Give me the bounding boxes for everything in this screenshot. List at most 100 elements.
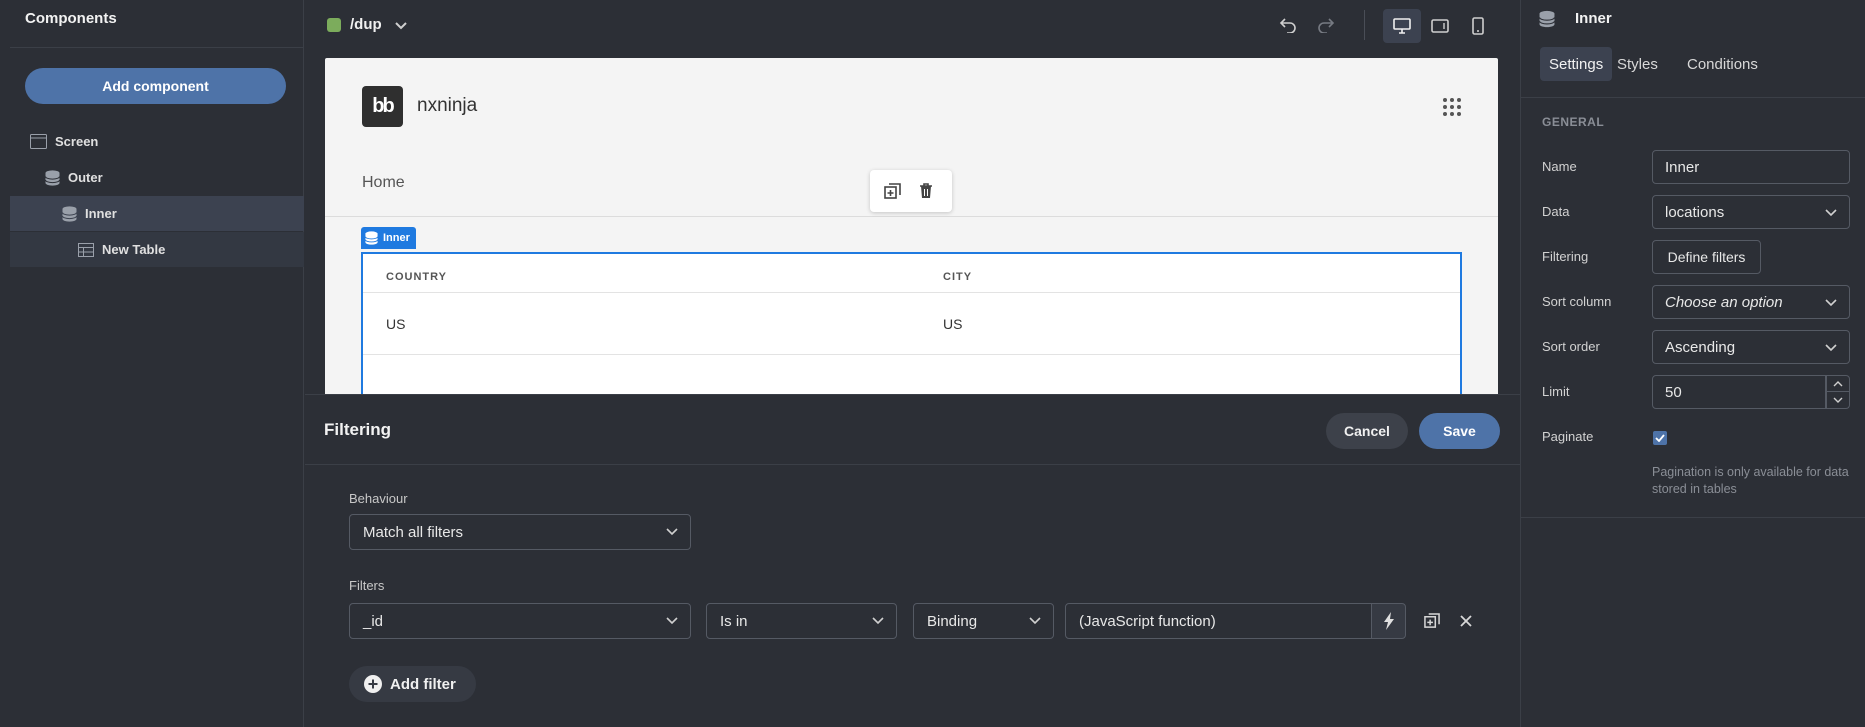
remove-filter-button[interactable] — [1456, 611, 1476, 631]
select-value: Choose an option — [1665, 293, 1783, 311]
redo-button[interactable] — [1313, 12, 1339, 38]
chevron-down-icon — [395, 22, 407, 30]
filter-value-input[interactable]: (JavaScript function) — [1065, 603, 1372, 639]
data-table[interactable]: COUNTRY CITY US US — [361, 252, 1462, 394]
limit-input[interactable]: 50 — [1652, 375, 1826, 409]
column-header-city[interactable]: CITY — [943, 271, 972, 283]
plus-circle-icon — [364, 675, 382, 693]
nav-link-home[interactable]: Home — [362, 174, 405, 192]
sort-order-label: Sort order — [1542, 339, 1600, 354]
route-selector[interactable]: /dup — [350, 16, 382, 33]
tab-styles[interactable]: Styles — [1608, 47, 1667, 81]
chevron-down-icon — [1825, 344, 1837, 352]
limit-label: Limit — [1542, 384, 1570, 399]
paginate-label: Paginate — [1542, 429, 1594, 444]
duplicate-component-button[interactable] — [882, 181, 902, 201]
select-value: Binding — [927, 612, 978, 630]
name-input[interactable]: Inner — [1652, 150, 1850, 184]
tab-conditions[interactable]: Conditions — [1678, 47, 1767, 81]
selected-component-tag[interactable]: Inner — [361, 227, 416, 249]
cancel-button[interactable]: Cancel — [1326, 413, 1408, 449]
component-action-bar — [870, 170, 952, 212]
binding-button[interactable] — [1371, 603, 1406, 639]
grid-icon — [1443, 98, 1461, 116]
sort-column-label: Sort column — [1542, 294, 1612, 309]
settings-component-title: Inner — [1575, 10, 1612, 27]
tree-item-label: Outer — [68, 170, 103, 185]
components-title: Components — [25, 10, 117, 27]
behaviour-select[interactable]: Match all filters — [349, 514, 691, 550]
paginate-checkbox[interactable] — [1653, 431, 1667, 445]
database-icon — [62, 205, 77, 222]
divider — [363, 354, 1460, 355]
chevron-down-icon — [666, 528, 678, 536]
chevron-down-icon — [1825, 209, 1837, 217]
route-status-indicator — [327, 18, 341, 32]
sort-column-select[interactable]: Choose an option — [1652, 285, 1850, 319]
tree-item-screen[interactable]: Screen — [10, 124, 304, 159]
filtering-label: Filtering — [1542, 249, 1589, 264]
chevron-down-icon — [1825, 299, 1837, 307]
trash-icon — [920, 183, 932, 198]
settings-panel: Inner Settings Styles Conditions GENERAL… — [1520, 0, 1865, 727]
behaviour-label: Behaviour — [349, 491, 408, 506]
name-label: Name — [1542, 159, 1577, 174]
delete-component-button[interactable] — [916, 181, 936, 201]
duplicate-filter-button[interactable] — [1422, 611, 1442, 631]
data-source-select[interactable]: locations — [1652, 195, 1850, 229]
divider — [1521, 517, 1865, 518]
input-value: 50 — [1665, 383, 1682, 401]
app-preview: bb nxninja Home Inner COUNTRY CITY US US — [325, 58, 1498, 394]
tree-item-outer[interactable]: Outer — [10, 160, 304, 195]
desktop-icon — [1393, 18, 1411, 34]
sort-order-select[interactable]: Ascending — [1652, 330, 1850, 364]
redo-icon — [1318, 18, 1335, 33]
limit-decrement-button[interactable] — [1826, 392, 1850, 409]
tree-item-new-table[interactable]: New Table — [10, 232, 304, 267]
close-icon — [1460, 615, 1472, 627]
chevron-down-icon — [872, 617, 884, 625]
divider — [1521, 97, 1865, 98]
filter-field-select[interactable]: _id — [349, 603, 691, 639]
select-value: Is in — [720, 612, 748, 630]
tree-item-label: New Table — [102, 242, 166, 257]
column-header-country[interactable]: COUNTRY — [386, 271, 447, 283]
check-icon — [1655, 434, 1665, 442]
limit-increment-button[interactable] — [1826, 375, 1850, 392]
add-filter-label: Add filter — [390, 675, 456, 693]
undo-button[interactable] — [1275, 12, 1301, 38]
database-icon — [1539, 10, 1555, 28]
desktop-preview-button[interactable] — [1383, 9, 1421, 43]
duplicate-icon — [883, 182, 901, 199]
filtering-drawer: Filtering Cancel Save Behaviour Match al… — [305, 394, 1520, 727]
add-component-button[interactable]: Add component — [25, 68, 286, 104]
divider — [10, 47, 304, 48]
tab-settings[interactable]: Settings — [1540, 47, 1613, 81]
select-value: Match all filters — [363, 523, 464, 541]
filter-operator-select[interactable]: Is in — [706, 603, 897, 639]
component-tag-label: Inner — [383, 232, 410, 244]
divider — [363, 292, 1460, 293]
tree-item-label: Screen — [55, 134, 99, 149]
app-grid-menu-button[interactable] — [1441, 96, 1463, 118]
define-filters-button[interactable]: Define filters — [1652, 240, 1761, 274]
chevron-down-icon — [1029, 617, 1041, 625]
add-filter-button[interactable]: Add filter — [349, 666, 476, 702]
paginate-help-text: Pagination is only available for data st… — [1652, 465, 1849, 496]
divider — [325, 216, 1498, 217]
save-button[interactable]: Save — [1419, 413, 1500, 449]
lightning-icon — [1383, 612, 1394, 630]
route-dropdown-button[interactable] — [392, 18, 410, 34]
mobile-preview-button[interactable] — [1468, 11, 1488, 41]
input-value: (JavaScript function) — [1079, 612, 1216, 630]
table-icon — [78, 242, 94, 257]
database-icon — [365, 231, 378, 245]
chevron-down-icon — [1833, 397, 1843, 403]
chevron-down-icon — [666, 617, 678, 625]
input-value: Inner — [1665, 158, 1700, 176]
filters-label: Filters — [349, 578, 385, 593]
filter-value-type-select[interactable]: Binding — [913, 603, 1054, 639]
tablet-icon — [1431, 19, 1449, 33]
tree-item-inner[interactable]: Inner — [10, 196, 304, 231]
tablet-preview-button[interactable] — [1430, 11, 1450, 41]
